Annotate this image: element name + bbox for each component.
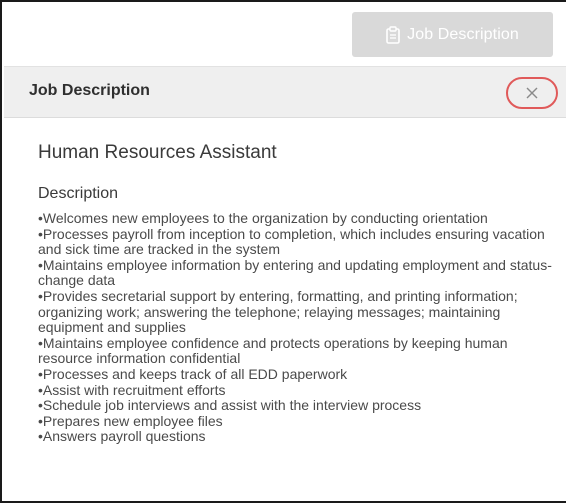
app-frame: Job Description Job Description Human Re… [0, 0, 566, 503]
list-item: •Processes payroll from inception to com… [38, 225, 545, 258]
job-description-button-label: Job Description [407, 25, 519, 43]
list-item: •Schedule job interviews and assist with… [38, 397, 422, 414]
job-title: Human Resources Assistant [38, 142, 277, 163]
list-item: •Maintains employee confidence and prote… [38, 334, 508, 367]
list-item: •Welcomes new employees to the organizat… [38, 210, 488, 226]
job-description-button[interactable]: Job Description [352, 12, 553, 57]
list-item: •Processes and keeps track of all EDD pa… [38, 365, 348, 382]
list-item: •Maintains employee information by enter… [38, 256, 552, 289]
job-description-content: Human Resources Assistant Description •W… [38, 142, 558, 445]
panel-header: Job Description [4, 66, 566, 118]
close-icon [525, 86, 539, 100]
close-button[interactable] [506, 77, 558, 109]
list-item: •Answers payroll questions [38, 428, 206, 445]
list-item: •Assist with recruitment efforts [38, 381, 226, 398]
description-list: •Welcomes new employees to the organizat… [38, 210, 558, 445]
description-heading: Description [38, 185, 119, 202]
top-toolbar: Job Description [2, 2, 566, 66]
list-item: •Prepares new employee files [38, 412, 223, 429]
clipboard-icon [386, 25, 400, 44]
list-item: •Provides secretarial support by enterin… [38, 287, 518, 336]
panel-title: Job Description [29, 82, 150, 99]
